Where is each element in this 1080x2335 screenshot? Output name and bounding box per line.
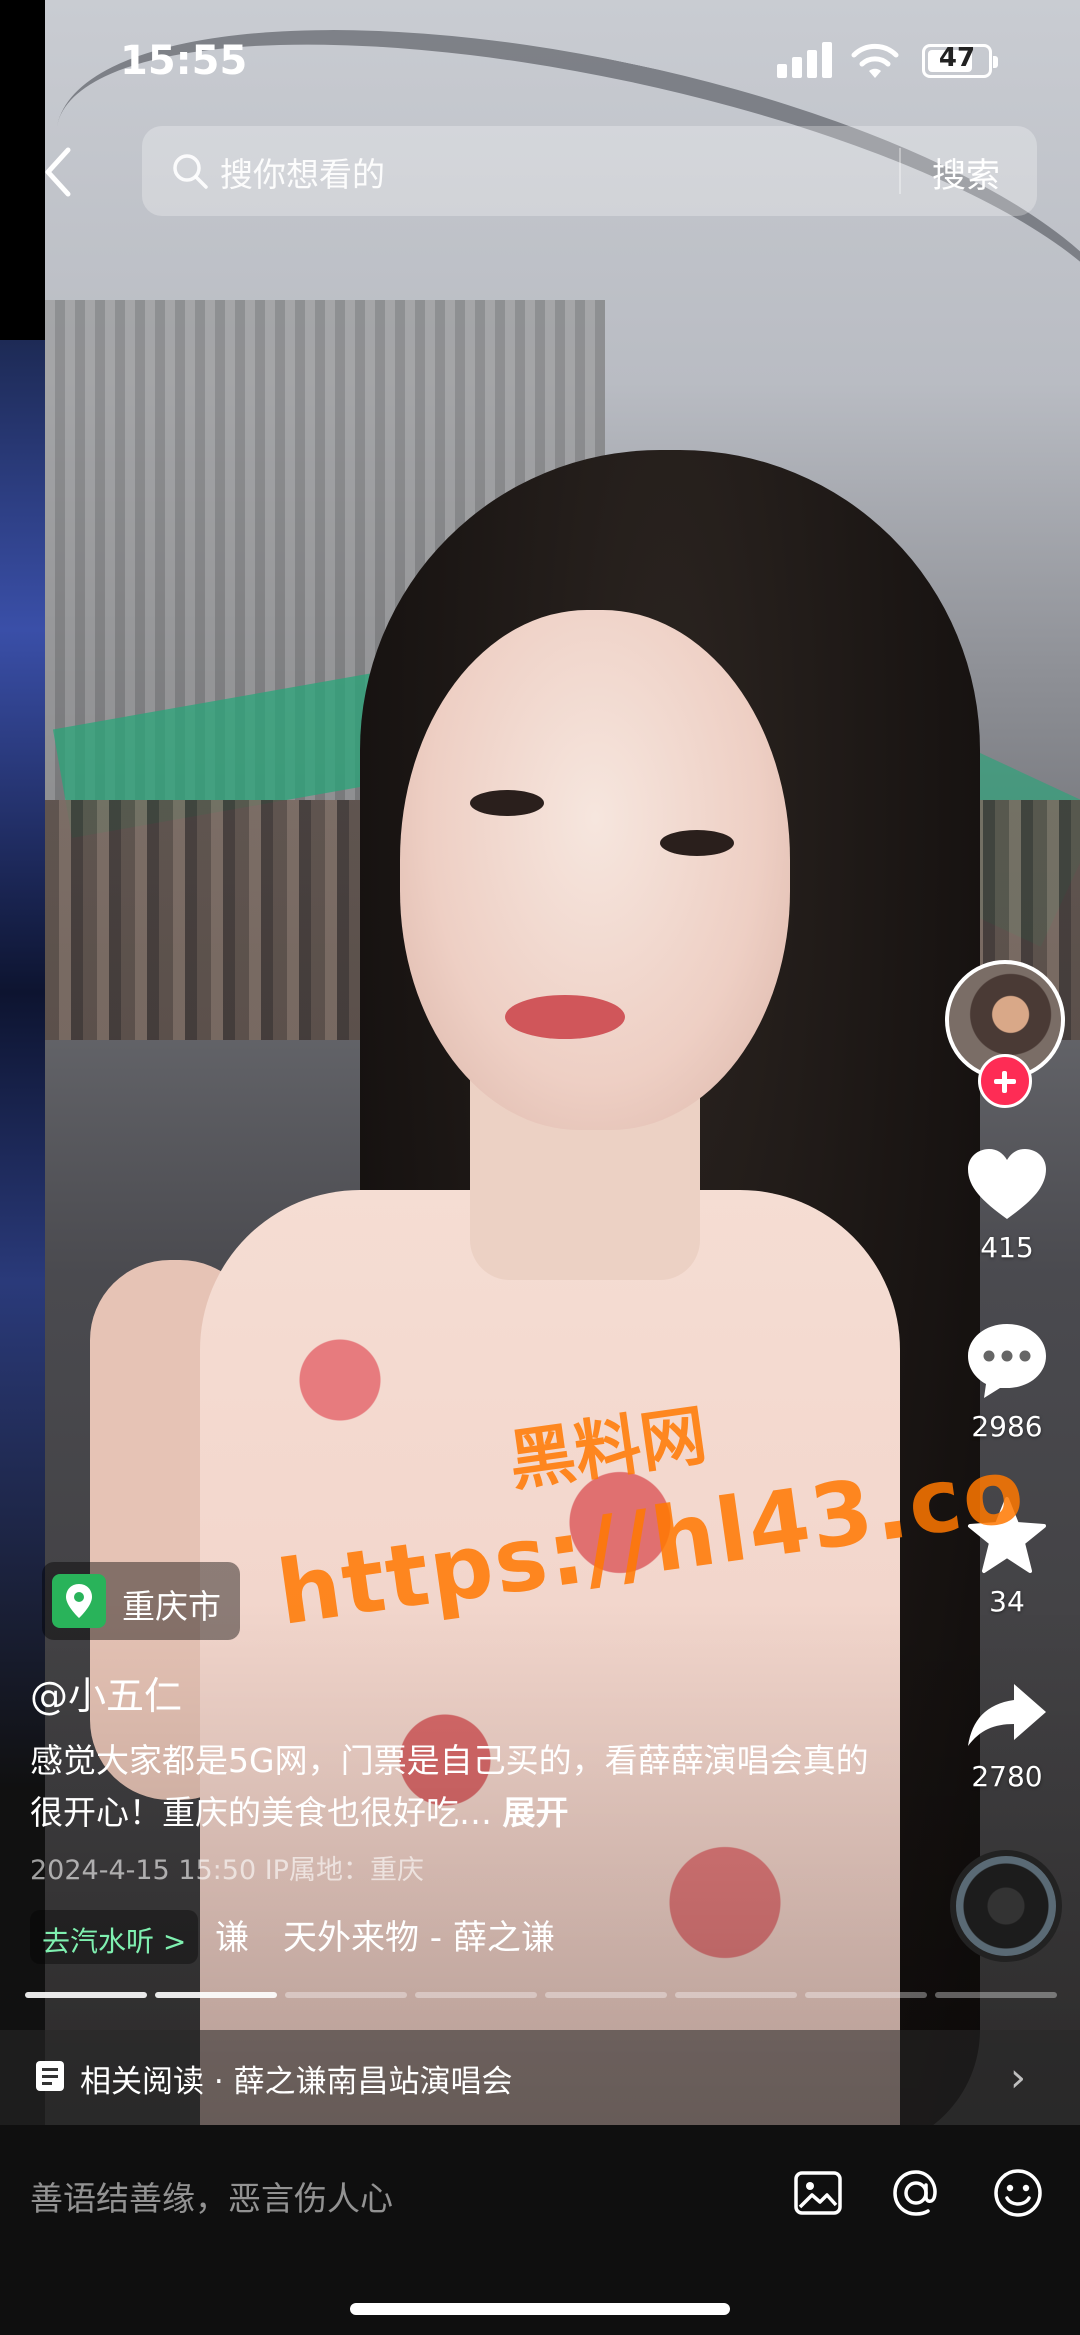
author-name[interactable]: @小五仁 [30,1665,182,1720]
person-eye-left [470,790,544,816]
heart-icon [968,1149,1046,1219]
expand-link[interactable]: 展开 [503,1793,569,1832]
status-bar: 15:55 47 [0,0,1080,125]
share-icon [968,1684,1046,1746]
at-icon[interactable] [888,2165,944,2221]
share-button[interactable]: 2780 [955,1680,1059,1793]
status-time: 15:55 [120,38,248,84]
chevron-right-icon: › [1010,2055,1026,2101]
post-meta: 2024-4-15 15:50 IP属地：重庆 [30,1855,424,1886]
person-lips [505,995,625,1039]
post-description[interactable]: 感觉大家都是5G网，门票是自己买的，看薛薛演唱会真的很开心！重庆的美食也很好吃…… [30,1735,890,1839]
image-icon[interactable] [790,2165,846,2221]
favorite-count: 34 [989,1585,1025,1618]
document-icon [36,2061,64,2091]
comment-button[interactable]: 2986 [955,1320,1059,1443]
comment-input[interactable]: 善语结善缘，恶言伤人心 [30,2172,393,2220]
like-button[interactable]: 415 [955,1145,1059,1264]
cellular-signal-icon [777,42,833,78]
location-label: 重庆市 [122,1587,221,1626]
location-chip[interactable]: 重庆市 [42,1562,240,1640]
home-indicator[interactable] [350,2303,730,2315]
emoji-icon[interactable] [990,2165,1046,2221]
comment-bar: 善语结善缘，恶言伤人心 [0,2125,1080,2335]
like-count: 415 [980,1231,1034,1264]
comment-icon [968,1324,1046,1398]
comment-count: 2986 [971,1410,1043,1443]
person-face [400,610,790,1130]
search-button[interactable]: 搜索 [932,148,1000,197]
wifi-icon [851,43,899,78]
listen-on-qishui-label: 去汽水听 > [42,1925,187,1958]
person-eye-right [660,830,734,856]
battery-level: 47 [938,43,976,73]
share-count: 2780 [971,1760,1043,1793]
post-description-text: 感觉大家都是5G网，门票是自己买的，看薛薛演唱会真的很开心！重庆的美食也很好吃… [30,1741,869,1832]
music-title[interactable]: 谦 天外来物 - 薛之谦 [215,1910,555,1959]
search-icon [173,154,208,189]
related-reading-bar[interactable]: 相关阅读 · 薛之谦南昌站演唱会 › [0,2030,1080,2125]
search-input[interactable]: 搜你想看的 搜索 [142,126,1037,216]
related-reading-label: 相关阅读 · 薛之谦南昌站演唱会 [80,2064,513,2100]
follow-button[interactable] [978,1054,1032,1108]
carousel-progress [25,1992,1065,1998]
back-icon[interactable] [38,140,78,204]
music-disc[interactable] [950,1850,1062,1962]
location-pin-icon [52,1574,106,1628]
battery-icon: 47 [922,43,998,78]
search-divider [899,148,901,194]
listen-on-qishui-button[interactable]: 去汽水听 > [30,1910,198,1964]
search-placeholder: 搜你想看的 [220,155,385,194]
